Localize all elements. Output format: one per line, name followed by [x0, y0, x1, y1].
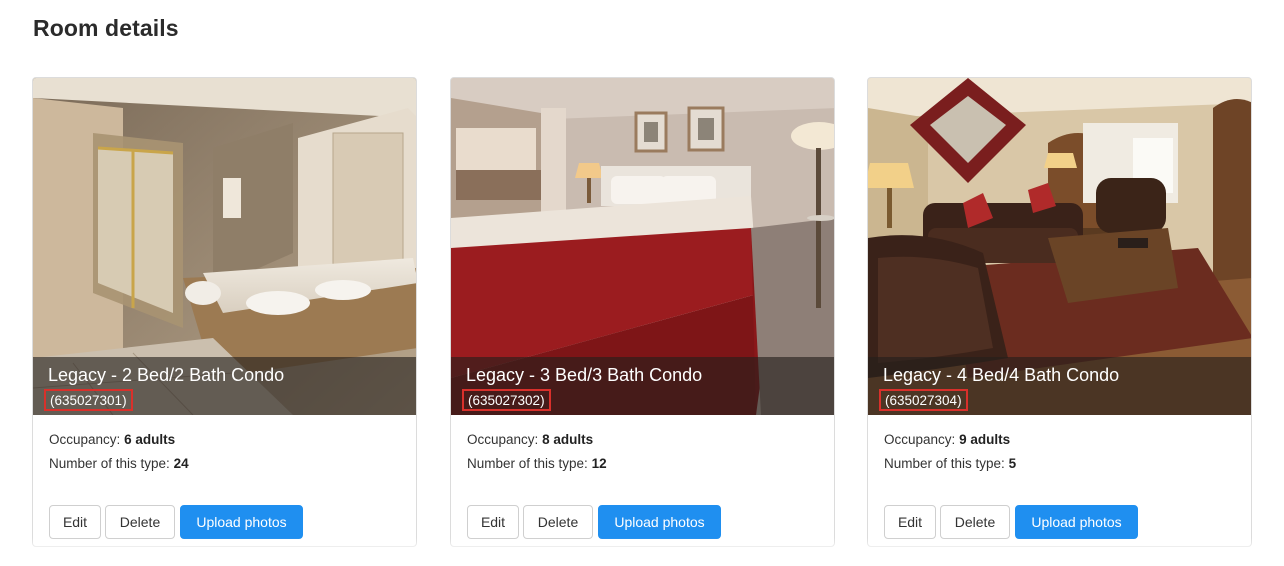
- occupancy-label: Occupancy:: [884, 432, 956, 447]
- room-id-highlighted: (635027302): [462, 389, 551, 411]
- room-caption: Legacy - 3 Bed/3 Bath Condo (635027302): [451, 357, 834, 415]
- edit-button[interactable]: Edit: [467, 505, 519, 539]
- delete-button[interactable]: Delete: [940, 505, 1010, 539]
- room-id-highlighted: (635027301): [44, 389, 133, 411]
- occupancy-label: Occupancy:: [49, 432, 121, 447]
- count-label: Number of this type:: [467, 456, 588, 471]
- delete-button[interactable]: Delete: [105, 505, 175, 539]
- count-value: 12: [591, 456, 607, 471]
- room-info: Occupancy: 6 adults Number of this type:…: [49, 430, 189, 478]
- room-id-highlighted: (635027304): [879, 389, 968, 411]
- upload-photos-button[interactable]: Upload photos: [180, 505, 303, 539]
- room-caption: Legacy - 2 Bed/2 Bath Condo (635027301): [33, 357, 416, 415]
- room-info: Occupancy: 9 adults Number of this type:…: [884, 430, 1016, 478]
- edit-button[interactable]: Edit: [49, 505, 101, 539]
- delete-button[interactable]: Delete: [523, 505, 593, 539]
- room-card: Legacy - 3 Bed/3 Bath Condo (635027302) …: [450, 77, 835, 547]
- upload-photos-button[interactable]: Upload photos: [598, 505, 721, 539]
- room-card-list: Legacy - 2 Bed/2 Bath Condo (635027301) …: [32, 77, 1254, 547]
- page-title: Room details: [33, 15, 179, 41]
- room-caption: Legacy - 4 Bed/4 Bath Condo (635027304): [868, 357, 1251, 415]
- occupancy-value: 8 adults: [542, 432, 594, 447]
- room-card: Legacy - 2 Bed/2 Bath Condo (635027301) …: [32, 77, 417, 547]
- count-value: 24: [173, 456, 189, 471]
- room-name: Legacy - 4 Bed/4 Bath Condo: [883, 365, 1120, 385]
- occupancy-label: Occupancy:: [467, 432, 539, 447]
- bottom-fade: [0, 538, 1284, 566]
- room-name: Legacy - 3 Bed/3 Bath Condo: [466, 365, 703, 385]
- upload-photos-button[interactable]: Upload photos: [1015, 505, 1138, 539]
- edit-button[interactable]: Edit: [884, 505, 936, 539]
- count-label: Number of this type:: [49, 456, 170, 471]
- occupancy-value: 9 adults: [959, 432, 1011, 447]
- count-label: Number of this type:: [884, 456, 1005, 471]
- room-card: Legacy - 4 Bed/4 Bath Condo (635027304) …: [867, 77, 1252, 547]
- room-name: Legacy - 2 Bed/2 Bath Condo: [48, 365, 285, 385]
- count-value: 5: [1008, 456, 1017, 471]
- occupancy-value: 6 adults: [124, 432, 176, 447]
- room-info: Occupancy: 8 adults Number of this type:…: [467, 430, 607, 478]
